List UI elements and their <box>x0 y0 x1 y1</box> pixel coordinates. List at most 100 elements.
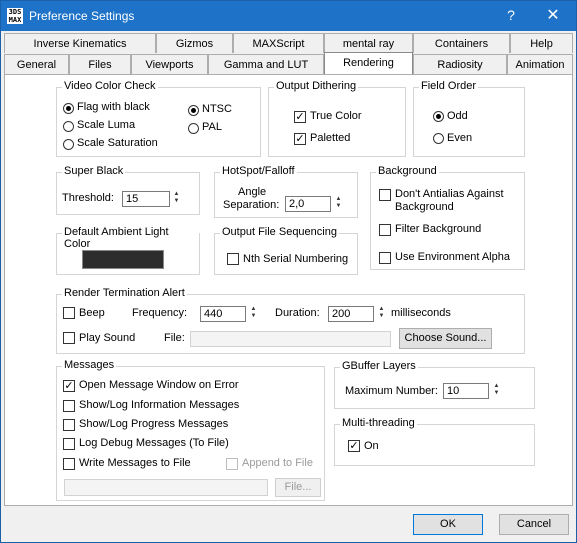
pal-label: PAL <box>202 121 222 133</box>
use-environment-alpha-checkbox[interactable] <box>379 252 391 264</box>
gbuffer-layers-title: GBuffer Layers <box>340 360 418 372</box>
use-environment-alpha-label: Use Environment Alpha <box>395 251 510 263</box>
pal-radio[interactable] <box>188 123 199 134</box>
scale-luma-radio[interactable] <box>63 121 74 132</box>
show-log-progress-label: Show/Log Progress Messages <box>79 418 229 430</box>
duration-spinner[interactable]: ▲ ▼ <box>377 306 386 322</box>
tab-help[interactable]: Help <box>510 33 573 53</box>
show-log-information-label: Show/Log Information Messages <box>79 399 240 411</box>
true-color-label: True Color <box>310 110 362 122</box>
tab-general[interactable]: General <box>4 54 69 74</box>
maximum-number-input[interactable]: 10 <box>443 383 489 399</box>
angle-separation-spinner[interactable]: ▲ ▼ <box>334 196 343 212</box>
frequency-spinner[interactable]: ▲ ▼ <box>249 306 258 322</box>
output-dithering-title: Output Dithering <box>274 80 359 92</box>
scale-luma-label: Scale Luma <box>77 119 136 131</box>
tab-radiosity[interactable]: Radiosity <box>413 54 507 74</box>
file-label: File: <box>164 332 185 344</box>
frequency-input[interactable]: 440 <box>200 306 246 322</box>
show-log-information-checkbox[interactable] <box>63 400 75 412</box>
tab-gamma-and-lut[interactable]: Gamma and LUT <box>208 54 324 74</box>
filter-background-label: Filter Background <box>395 223 482 235</box>
app-icon: 3DS MAX <box>7 8 23 24</box>
tab-containers[interactable]: Containers <box>413 33 510 53</box>
video-color-check-title: Video Color Check <box>62 80 158 92</box>
show-log-progress-checkbox[interactable] <box>63 419 75 431</box>
tab-animation[interactable]: Animation <box>507 54 573 74</box>
odd-radio[interactable] <box>433 111 444 122</box>
maximum-number-spinner[interactable]: ▲ ▼ <box>492 383 501 399</box>
append-to-file-checkbox[interactable] <box>226 458 238 470</box>
tab-gizmos[interactable]: Gizmos <box>156 33 233 53</box>
render-termination-title: Render Termination Alert <box>62 287 187 299</box>
title-bar[interactable]: 3DS MAX Preference Settings ? ✕ <box>1 1 576 31</box>
message-file-button[interactable]: File... <box>275 478 321 497</box>
tab-viewports[interactable]: Viewports <box>131 54 208 74</box>
append-to-file-label: Append to File <box>242 457 313 469</box>
sound-file-input[interactable] <box>190 331 391 347</box>
tab-mental-ray[interactable]: mental ray <box>324 33 413 53</box>
ntsc-radio[interactable] <box>188 105 199 116</box>
threshold-label: Threshold: <box>62 192 114 204</box>
field-order-group: Field Order <box>413 80 525 157</box>
even-radio[interactable] <box>433 133 444 144</box>
paletted-label: Paletted <box>310 132 351 144</box>
frequency-label: Frequency: <box>132 307 188 319</box>
scale-saturation-radio[interactable] <box>63 139 74 150</box>
nth-serial-label: Nth Serial Numbering <box>243 253 349 265</box>
choose-sound-button[interactable]: Choose Sound... <box>399 328 492 349</box>
angle-separation-input[interactable]: 2,0 <box>285 196 331 212</box>
background-title: Background <box>376 165 439 177</box>
ntsc-label: NTSC <box>202 103 232 115</box>
ambient-light-color-swatch[interactable] <box>82 250 164 269</box>
super-black-title: Super Black <box>62 165 126 177</box>
log-debug-messages-checkbox[interactable] <box>63 438 75 450</box>
play-sound-label: Play Sound <box>79 332 136 344</box>
dont-antialias-label-line1: Don't Antialias Against <box>395 188 504 200</box>
write-messages-to-file-checkbox[interactable] <box>63 458 75 470</box>
field-order-title: Field Order <box>419 80 479 92</box>
close-button[interactable]: ✕ <box>541 5 565 25</box>
open-message-window-label: Open Message Window on Error <box>79 379 239 391</box>
ambient-light-title: Default Ambient Light Color <box>62 226 199 250</box>
milliseconds-label: milliseconds <box>391 307 451 319</box>
hotspot-falloff-title: HotSpot/Falloff <box>220 165 297 177</box>
cancel-button[interactable]: Cancel <box>499 514 569 535</box>
beep-checkbox[interactable] <box>63 307 75 319</box>
open-message-window-checkbox[interactable]: ✓ <box>63 380 75 392</box>
separation-label: Separation: <box>223 199 280 211</box>
multithreading-title: Multi-threading <box>340 417 417 429</box>
flag-with-black-label: Flag with black <box>77 101 150 113</box>
duration-label: Duration: <box>275 307 320 319</box>
tab-files[interactable]: Files <box>69 54 131 74</box>
paletted-checkbox[interactable]: ✓ <box>294 133 306 145</box>
ok-button[interactable]: OK <box>413 514 483 535</box>
threshold-input[interactable]: 15 <box>122 191 170 207</box>
duration-input[interactable]: 200 <box>328 306 374 322</box>
angle-label: Angle <box>238 186 267 198</box>
message-file-input[interactable] <box>64 479 268 496</box>
multithreading-on-checkbox[interactable]: ✓ <box>348 440 360 452</box>
dont-antialias-label-line2: Background <box>395 201 454 213</box>
play-sound-checkbox[interactable] <box>63 332 75 344</box>
dont-antialias-checkbox[interactable] <box>379 189 391 201</box>
threshold-spinner[interactable]: ▲ ▼ <box>172 191 181 207</box>
tab-maxscript[interactable]: MAXScript <box>233 33 324 53</box>
nth-serial-checkbox[interactable] <box>227 253 239 265</box>
messages-title: Messages <box>62 359 117 371</box>
true-color-checkbox[interactable]: ✓ <box>294 111 306 123</box>
flag-with-black-radio[interactable] <box>63 103 74 114</box>
tab-row-1: Inverse Kinematics Gizmos MAXScript ment… <box>4 33 573 53</box>
filter-background-checkbox[interactable] <box>379 224 391 236</box>
output-dithering-group: Output Dithering <box>268 80 406 157</box>
even-label: Even <box>447 132 473 144</box>
window-title: Preference Settings <box>29 9 135 23</box>
rendering-panel: Video Color Check Flag with black Scale … <box>4 74 573 506</box>
tab-inverse-kinematics[interactable]: Inverse Kinematics <box>4 33 156 53</box>
help-button[interactable]: ? <box>501 7 521 23</box>
multithreading-on-label: On <box>364 440 379 452</box>
tab-row-2: General Files Viewports Gamma and LUT Re… <box>4 52 573 74</box>
beep-label: Beep <box>79 307 105 319</box>
tab-rendering[interactable]: Rendering <box>324 52 413 74</box>
preference-settings-window: 3DS MAX Preference Settings ? ✕ Inverse … <box>0 0 577 543</box>
